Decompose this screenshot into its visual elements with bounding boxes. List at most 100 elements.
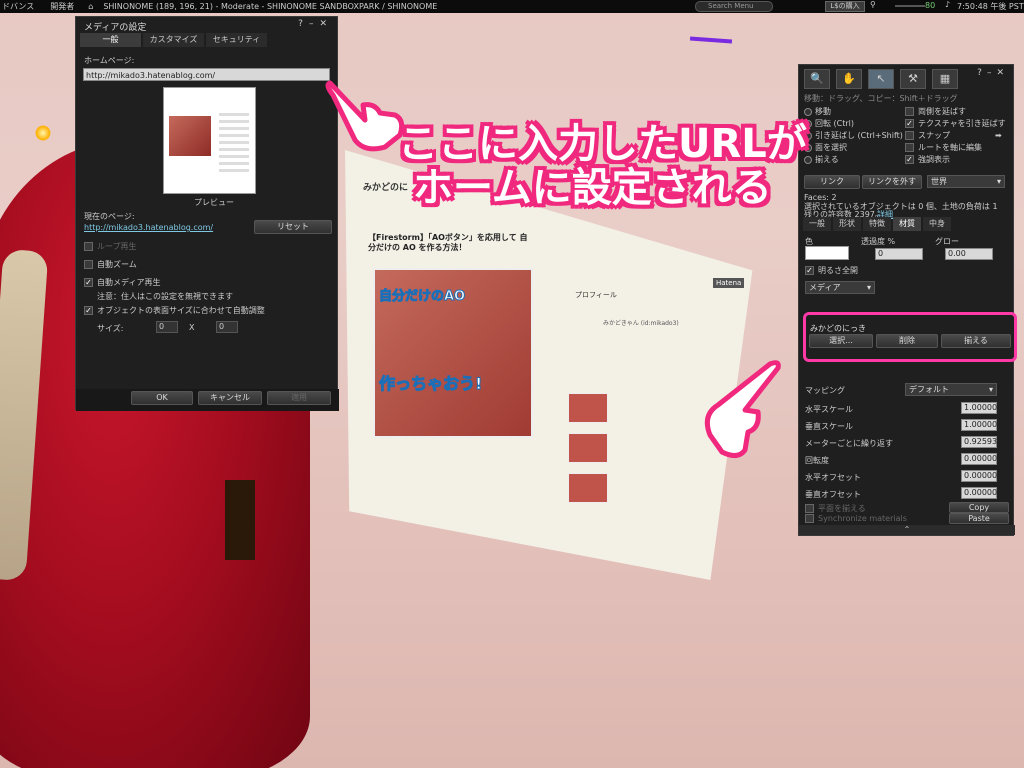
build-floater-controls[interactable]: ?–✕ bbox=[977, 68, 1009, 78]
article-heading[interactable]: 【Firestorm】「AOボタン」を応用して 自分だけの AO を作る方法！ bbox=[368, 233, 528, 253]
size-x: X bbox=[189, 323, 195, 332]
tab-general[interactable]: 一般 bbox=[803, 217, 831, 231]
image-text-1: 自分だけのAO bbox=[378, 289, 466, 305]
speaker-icon[interactable]: ♪ bbox=[945, 0, 950, 9]
fps-readout: 80 bbox=[925, 1, 936, 10]
binoculars-icon[interactable]: ⚲ bbox=[870, 0, 876, 9]
media-type-dropdown[interactable]: メディア bbox=[805, 281, 875, 294]
h-offset-input[interactable]: 0.00000 bbox=[961, 470, 997, 482]
thumb-1[interactable] bbox=[568, 393, 608, 423]
media-name: みかどのにっき bbox=[810, 324, 866, 333]
create-tool-icon[interactable]: ⚒ bbox=[900, 69, 926, 89]
homepage-label: ホームページ: bbox=[84, 56, 135, 65]
build-floater: 🔍 ✋ ↖ ⚒ ▦ ?–✕ 移動：ドラッグ、コピー：Shift＋ドラッグ 移動 … bbox=[798, 64, 1015, 536]
auto-play-note: 注意：住人はこの設定を無視できます bbox=[97, 292, 233, 301]
sync-materials-checkbox[interactable]: Synchronize materials bbox=[805, 514, 907, 523]
thumb-2[interactable] bbox=[568, 433, 608, 463]
copy-button[interactable]: Copy bbox=[949, 502, 1009, 513]
homepage-url-input[interactable]: http://mikado3.hatenablog.com/ bbox=[83, 68, 330, 81]
profile-name[interactable]: みかどきゃん (id:mikado3) bbox=[603, 318, 679, 327]
clock: 7:50:48 午後 PST bbox=[957, 2, 1024, 11]
thumb-3[interactable] bbox=[568, 473, 608, 503]
align-media-button[interactable]: 揃える bbox=[941, 334, 1011, 348]
cancel-button[interactable]: キャンセル bbox=[198, 391, 262, 405]
tab-features[interactable]: 特徴 bbox=[863, 217, 891, 231]
location-text[interactable]: SHINONOME (189, 196, 21) - Moderate - SH… bbox=[103, 2, 437, 11]
image-text-2: 作っちゃおう! bbox=[378, 374, 483, 394]
radio-move[interactable]: 移動 bbox=[804, 106, 831, 117]
stretch-texture-checkbox[interactable]: ✓ テクスチャを引き延ばす bbox=[905, 118, 1006, 129]
pointing-hand-up-icon bbox=[704, 360, 781, 458]
full-bright-checkbox[interactable]: ✓ 明るさ全開 bbox=[805, 265, 858, 276]
size-height[interactable]: 0 bbox=[216, 321, 238, 333]
media-settings-floater: メディアの設定 ?–✕ 一般 カスタマイズ セキュリティ ホームページ: htt… bbox=[75, 16, 339, 411]
glow-input[interactable]: 0.00 bbox=[945, 248, 993, 260]
move-tool-icon[interactable]: ✋ bbox=[836, 69, 862, 89]
buy-currency-button[interactable]: L$の購入 bbox=[825, 1, 865, 12]
tab-shape[interactable]: 形状 bbox=[833, 217, 861, 231]
auto-scale-checkbox[interactable]: ✓ オブジェクトの表面サイズに合わせて自動調整 bbox=[84, 305, 265, 316]
avatar-detail bbox=[225, 480, 255, 560]
delete-media-button[interactable]: 削除 bbox=[876, 334, 938, 348]
v-offset-input[interactable]: 0.00000 bbox=[961, 487, 997, 499]
tab-general[interactable]: 一般 bbox=[80, 33, 141, 47]
loop-checkbox[interactable]: ループ再生 bbox=[84, 241, 137, 252]
purple-object bbox=[689, 36, 733, 44]
rotation-input[interactable]: 0.00000 bbox=[961, 453, 997, 465]
profile-label: プロフィール bbox=[575, 291, 617, 299]
floater-controls[interactable]: ?–✕ bbox=[298, 19, 333, 29]
mapping-dropdown[interactable]: デフォルト bbox=[905, 383, 997, 396]
repeat-input[interactable]: 0.92593 bbox=[961, 436, 997, 448]
edit-tool-icon[interactable]: ↖ bbox=[868, 69, 894, 89]
v-scale-input[interactable]: 1.00000 bbox=[961, 419, 997, 431]
current-page-label: 現在のページ: bbox=[84, 212, 135, 221]
annotation-line-1: ここに入力したURLが bbox=[398, 121, 807, 167]
volume-slider[interactable] bbox=[895, 5, 925, 7]
snap-checkbox[interactable]: スナップ bbox=[905, 130, 950, 141]
reset-button[interactable]: リセット bbox=[254, 220, 332, 234]
mapping-label: マッピング bbox=[805, 386, 845, 395]
preview-sidebar bbox=[219, 113, 249, 173]
land-tool-icon[interactable]: ▦ bbox=[932, 69, 958, 89]
search-menu-input[interactable]: Search Menu bbox=[695, 1, 773, 12]
preview-thumbnail bbox=[163, 87, 256, 194]
annotation-line-2: ホームに設定される bbox=[413, 165, 772, 211]
both-sides-checkbox[interactable]: 両側を延ばす bbox=[905, 106, 966, 117]
radio-stretch[interactable]: 引き延ばし (Ctrl+Shift) bbox=[804, 130, 903, 141]
unlink-button[interactable]: リンクを外す bbox=[862, 175, 922, 189]
ok-button[interactable]: OK bbox=[131, 391, 193, 405]
article-image[interactable]: 自分だけのAO 作っちゃおう! bbox=[373, 268, 533, 438]
h-scale-input[interactable]: 1.00000 bbox=[961, 402, 997, 414]
repeat-label: メーターごとに繰り返す bbox=[805, 439, 893, 448]
tab-content[interactable]: 中身 bbox=[923, 217, 951, 231]
media-highlight-box: みかどのにっき 選択... 削除 揃える bbox=[803, 312, 1017, 362]
align-planar-checkbox[interactable]: 平面を揃える bbox=[805, 503, 866, 514]
size-width[interactable]: 0 bbox=[156, 321, 178, 333]
home-icon[interactable]: ⌂ bbox=[88, 2, 93, 11]
top-status-bar: ドバンス 開発者 ⌂ SHINONOME (189, 196, 21) - Mo… bbox=[0, 0, 1024, 13]
current-page-link[interactable]: http://mikado3.hatenablog.com/ bbox=[84, 223, 213, 232]
rotation-label: 回転度 bbox=[805, 456, 829, 465]
auto-play-checkbox[interactable]: ✓ 自動メディア再生 bbox=[84, 277, 160, 288]
transparency-input[interactable]: 0 bbox=[875, 248, 923, 260]
menu-developer[interactable]: 開発者 bbox=[50, 1, 74, 12]
highlight-checkbox[interactable]: ✓ 強調表示 bbox=[905, 154, 950, 165]
edit-linked-checkbox[interactable]: ルートを軸に編集 bbox=[905, 142, 982, 153]
menu-advanced[interactable]: ドバンス bbox=[2, 1, 34, 12]
tab-texture[interactable]: 材質 bbox=[893, 217, 921, 231]
world-dropdown[interactable]: 世界 bbox=[927, 175, 1005, 188]
tab-security[interactable]: セキュリティ bbox=[206, 33, 267, 47]
transparency-label: 透過度 % bbox=[861, 237, 896, 246]
apply-button[interactable]: 適用 bbox=[267, 391, 331, 405]
arrow-right-icon[interactable]: ➡ bbox=[995, 131, 1002, 140]
auto-zoom-checkbox[interactable]: 自動ズーム bbox=[84, 259, 137, 270]
color-swatch[interactable] bbox=[805, 246, 849, 260]
tab-customize[interactable]: カスタマイズ bbox=[143, 33, 204, 47]
focus-tool-icon[interactable]: 🔍 bbox=[804, 69, 830, 89]
size-label: サイズ: bbox=[97, 324, 124, 333]
collapse-chevron-icon[interactable]: ⌃ bbox=[799, 525, 1015, 535]
choose-media-button[interactable]: 選択... bbox=[809, 334, 873, 348]
paste-button[interactable]: Paste bbox=[949, 513, 1009, 524]
hatena-logo[interactable]: Hatena bbox=[713, 278, 745, 288]
flame-particle bbox=[35, 125, 51, 141]
